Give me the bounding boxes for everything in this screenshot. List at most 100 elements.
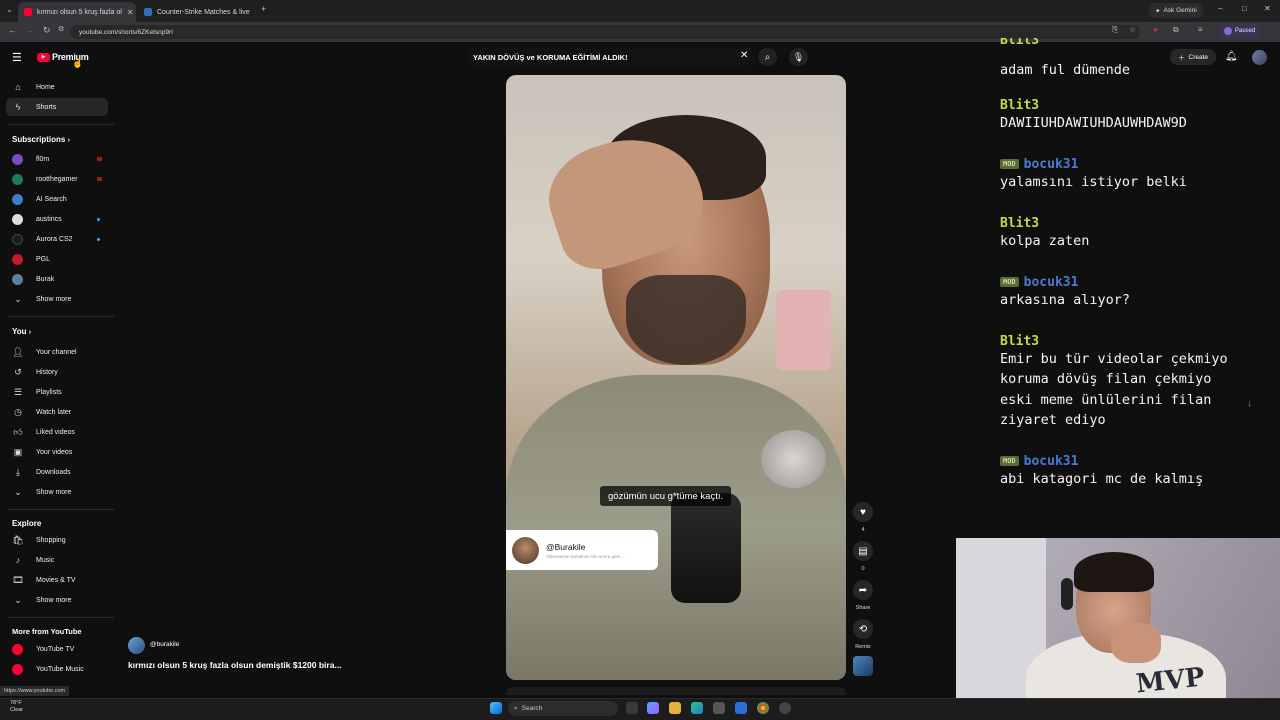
- mention-sticker[interactable]: @Burakile Videosunun tamamını izle sonra…: [506, 530, 658, 570]
- file-explorer-icon[interactable]: [669, 702, 681, 714]
- short-video-player[interactable]: gözümün ucu g*tüme kaçtı. @Burakile Vide…: [506, 75, 846, 680]
- new-tab-icon[interactable]: +: [261, 4, 266, 14]
- sidebar-item-youtube-music[interactable]: YouTube Music: [6, 660, 108, 678]
- sidebar-item-subscription[interactable]: Burak: [6, 270, 108, 288]
- mention-avatar: [512, 536, 539, 564]
- chat-text: kolpa zaten: [1000, 233, 1090, 249]
- channel-icon: 👤︎: [12, 346, 24, 357]
- site-info-icon[interactable]: ⚙: [58, 25, 64, 33]
- sidebar-item-playlists[interactable]: ☰ Playlists: [6, 383, 108, 401]
- address-bar[interactable]: youtube.com/shorts/6ZKetsnp9rI: [70, 25, 1140, 39]
- chat-message: adam ful dümende: [1000, 60, 1130, 80]
- edge-browser-icon[interactable]: [691, 702, 703, 714]
- sidebar-item-subscription[interactable]: austincs: [6, 210, 108, 228]
- sidebar-item-liked-videos[interactable]: 👍︎ Liked videos: [6, 423, 108, 441]
- youtube-tv-icon: [12, 643, 23, 655]
- short-title[interactable]: kırmızı olsun 5 kruş fazla olsun demişti…: [128, 660, 342, 670]
- sidebar-item-your-videos[interactable]: ▣ Your videos: [6, 443, 108, 461]
- search-input[interactable]: YAKIN DÖVÜŞ ve KORUMA EĞİTİMİ ALDIK!: [466, 48, 756, 66]
- bookmark-star-icon[interactable]: ☆: [1129, 25, 1136, 34]
- search-icon: ⌕: [514, 704, 518, 712]
- channel-avatar: [12, 213, 23, 225]
- tab-search-icon[interactable]: ⌄: [6, 5, 13, 14]
- sidebar-item-label: Aurora CS2: [36, 235, 73, 243]
- sidebar-item-shorts[interactable]: ϟ Shorts: [6, 98, 108, 116]
- subscriptions-header[interactable]: Subscriptions ›: [12, 135, 70, 144]
- comments-button[interactable]: ▤: [853, 541, 873, 561]
- sidebar-item-label: Liked videos: [36, 428, 75, 436]
- sound-thumbnail[interactable]: [853, 656, 873, 676]
- like-button[interactable]: ♥: [853, 502, 873, 522]
- ask-gemini-button[interactable]: ✦ Ask Gemini: [1148, 3, 1204, 18]
- tab-close-icon[interactable]: ✕: [127, 8, 134, 17]
- chat-text: abi katagori mc de kalmış: [1000, 471, 1204, 487]
- sidebar-item-subscription[interactable]: fl0m: [6, 150, 108, 168]
- status-url-tooltip: https://www.youtube.com: [0, 686, 70, 696]
- weather-widget[interactable]: 78°F Clear: [10, 700, 23, 714]
- search-icon[interactable]: ⌕: [758, 48, 777, 66]
- sidebar-item-subscription[interactable]: PGL: [6, 250, 108, 268]
- chrome-icon[interactable]: [757, 702, 769, 714]
- app-icon[interactable]: [779, 702, 791, 714]
- explore-show-more[interactable]: ⌄ Show more: [6, 591, 108, 609]
- copilot-icon[interactable]: [647, 702, 659, 714]
- sidebar-item-label: Shopping: [36, 536, 66, 544]
- channel-avatar: [12, 173, 23, 185]
- store-icon[interactable]: [713, 702, 725, 714]
- sidebar-item-subscription[interactable]: AI Search: [6, 190, 108, 208]
- you-show-more[interactable]: ⌄ Show more: [6, 483, 108, 501]
- minimize-icon[interactable]: –: [1218, 4, 1222, 13]
- tab-inactive[interactable]: Counter-Strike Matches & live ✕: [138, 2, 256, 22]
- windows-taskbar: [0, 698, 1280, 720]
- forward-icon[interactable]: →: [25, 25, 34, 35]
- profile-paused-button[interactable]: Paused: [1218, 24, 1262, 38]
- sidebar-item-youtube-tv[interactable]: YouTube TV: [6, 640, 108, 658]
- weather-desc: Clear: [10, 707, 24, 713]
- notifications-bell-icon[interactable]: 🔔︎: [1225, 51, 1238, 62]
- install-app-icon[interactable]: ⎘: [1112, 25, 1118, 35]
- sidebar-item-your-channel[interactable]: 👤︎ Your channel: [6, 343, 108, 361]
- reload-icon[interactable]: ↻: [43, 25, 51, 36]
- sidebar-item-history[interactable]: ↺ History: [6, 363, 108, 381]
- channel-handle[interactable]: @burakile: [150, 641, 179, 648]
- subscriptions-show-more[interactable]: ⌄ Show more: [6, 290, 108, 308]
- sidebar-item-label: Show more: [36, 295, 72, 303]
- share-button[interactable]: ➦: [853, 580, 873, 600]
- tab-close-icon[interactable]: ✕: [255, 8, 256, 17]
- youtube-favicon-icon: [24, 8, 32, 16]
- new-content-dot: [97, 217, 100, 221]
- mail-icon[interactable]: [735, 702, 747, 714]
- maximize-icon[interactable]: □: [1242, 4, 1247, 13]
- sidebar-item-subscription[interactable]: Aurora CS2: [6, 230, 108, 248]
- tab-active[interactable]: kırmızı olsun 5 kruş fazla ol ✕: [18, 2, 136, 22]
- back-icon[interactable]: ←: [8, 25, 17, 35]
- download-icon: ⤓: [16, 466, 20, 477]
- sidebar-item-home[interactable]: ⌂ Home: [6, 78, 108, 96]
- extension-icon[interactable]: ●: [1153, 25, 1158, 34]
- sidebar-item-subscription[interactable]: rootthegamer: [6, 170, 108, 188]
- sidebar-item-music[interactable]: ♪ Music: [6, 551, 108, 569]
- clear-search-icon[interactable]: ✕: [740, 50, 748, 61]
- url-text: youtube.com/shorts/6ZKetsnp9rI: [79, 28, 173, 36]
- sidebar-item-downloads[interactable]: ⤓ Downloads: [6, 463, 108, 481]
- scroll-down-arrow-icon[interactable]: ↓: [1247, 398, 1252, 409]
- extensions-puzzle-icon[interactable]: ⧉: [1173, 25, 1179, 35]
- sidebar-item-label: rootthegamer: [36, 175, 78, 183]
- sidebar-item-watch-later[interactable]: ◷ Watch later: [6, 403, 108, 421]
- streamer-webcam: MVP: [956, 538, 1280, 720]
- sidebar-item-label: Your channel: [36, 348, 77, 356]
- windows-start-icon[interactable]: [490, 702, 502, 714]
- you-header[interactable]: You ›: [12, 327, 31, 336]
- task-view-icon[interactable]: [626, 702, 638, 714]
- webcam-hair: [1074, 552, 1154, 592]
- close-window-icon[interactable]: ✕: [1264, 4, 1271, 13]
- taskbar-search[interactable]: ⌕ Search: [508, 701, 618, 716]
- create-button[interactable]: ＋ Create: [1170, 49, 1217, 65]
- account-avatar[interactable]: [1252, 50, 1267, 65]
- channel-avatar[interactable]: [128, 637, 145, 654]
- media-control-icon[interactable]: ≡: [1198, 25, 1203, 34]
- voice-search-icon[interactable]: 🎙: [789, 48, 808, 66]
- sidebar-item-shopping[interactable]: 🛍︎ Shopping: [6, 531, 108, 549]
- sidebar-item-movies-tv[interactable]: 🎞︎ Movies & TV: [6, 571, 108, 589]
- remix-button[interactable]: ⟲: [853, 619, 873, 639]
